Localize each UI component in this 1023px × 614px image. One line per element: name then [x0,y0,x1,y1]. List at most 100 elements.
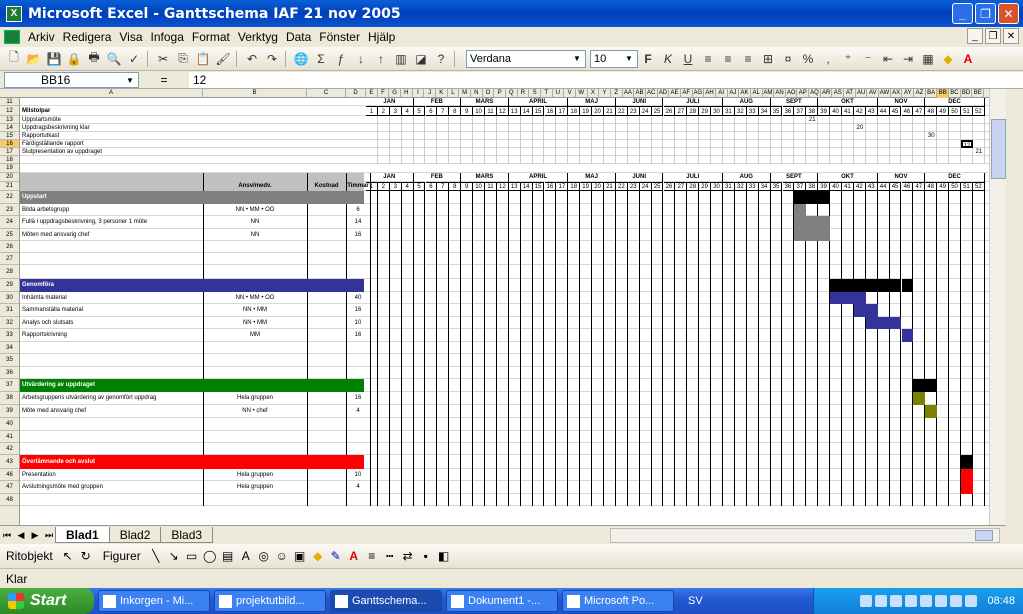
row-header[interactable]: 47 [0,481,19,494]
week-cell[interactable] [521,191,533,506]
week-cell[interactable] [925,116,938,164]
column-header[interactable]: T [541,89,553,98]
week-cell[interactable] [854,191,866,506]
week-cell[interactable] [902,116,914,164]
column-header[interactable]: AY [902,89,915,98]
gantt-bar-cell[interactable] [818,216,831,229]
week-cell[interactable] [390,116,402,164]
column-header[interactable]: V [564,89,576,98]
week-cell[interactable] [449,116,462,164]
task-label[interactable]: Rapportskrivning [22,329,201,342]
task-label[interactable]: Arbetsgruppens utvärdering av genomfört … [22,392,201,405]
week-cell[interactable] [771,116,783,164]
header-ansv[interactable]: Ansv/medv. [203,182,307,191]
column-header[interactable]: AI [716,89,728,98]
column-header[interactable]: BB [937,89,950,98]
column-header[interactable]: AH [704,89,716,98]
week-cell[interactable] [675,116,688,164]
gantt-bar-cell[interactable] [830,279,842,292]
row-header[interactable]: 18 [0,156,19,164]
week-cell[interactable] [913,191,926,506]
decrease-indent-icon[interactable]: ⇤ [878,49,898,69]
gantt-bar-cell[interactable] [794,191,807,204]
row-header[interactable]: 48 [0,494,19,506]
merge-center-icon[interactable]: ⊞ [758,49,778,69]
week-cell[interactable] [509,191,521,506]
column-header[interactable]: AC [646,89,658,98]
gantt-bar-cell[interactable] [901,329,914,342]
week-cell[interactable] [473,191,485,506]
week-cell[interactable] [485,116,497,164]
column-header[interactable]: W [576,89,588,98]
row-header[interactable]: 36 [0,367,19,379]
week-cell[interactable] [925,191,938,506]
week-cell[interactable] [687,116,700,164]
row-header[interactable]: 12 [0,106,19,116]
doc-close-button[interactable]: ✕ [1003,28,1019,44]
week-cell[interactable] [652,191,664,506]
arrow-style-icon[interactable]: ⇄ [399,547,417,565]
column-header[interactable]: K [436,89,448,98]
gantt-bar-cell[interactable] [913,392,926,405]
gantt-bar-cell[interactable] [818,191,831,204]
week-cell[interactable] [592,116,604,164]
column-header[interactable]: BC [949,89,961,98]
week-cell[interactable] [378,191,390,506]
week-cell[interactable] [783,191,795,506]
task-ansv[interactable]: NN • MM • OO [203,204,307,216]
week-cell[interactable] [866,191,878,506]
column-header[interactable]: L [448,89,460,98]
section-header[interactable]: Utvärdering av uppdraget [20,379,364,392]
row-header[interactable]: 37 [0,379,19,392]
menu-verktyg[interactable]: Verktyg [234,30,282,44]
row-header[interactable]: 20 [0,173,19,182]
week-cell[interactable] [640,191,652,506]
increase-decimal-icon[interactable]: ⁺ [838,49,858,69]
column-header[interactable]: AN [774,89,786,98]
open-icon[interactable]: 📂 [24,49,44,69]
task-label[interactable]: Avslutningsmöte med gruppen [22,481,201,494]
menu-arkiv[interactable]: Arkiv [24,30,59,44]
week-cell[interactable] [937,191,950,506]
row-header[interactable]: 23 [0,204,19,216]
week-cell[interactable] [426,191,438,506]
milestone-label[interactable]: Slutpresentation av uppdraget [22,148,102,156]
row-header[interactable]: 28 [0,265,19,279]
task-ganttschema[interactable]: Ganttschema... [330,590,442,612]
week-cell[interactable] [747,116,759,164]
task-timmar[interactable]: 6 [346,204,370,216]
column-header[interactable]: BA [926,89,938,98]
task-ansv[interactable]: NN [203,229,307,241]
week-cell[interactable] [426,116,438,164]
week-cell[interactable] [568,116,581,164]
row-header[interactable]: 15 [0,132,19,140]
week-cell[interactable] [509,116,521,164]
week-cell[interactable] [378,116,390,164]
gantt-bar-cell[interactable] [961,481,973,494]
milestone-label[interactable]: Färdigställande rapport [22,140,84,148]
week-cell[interactable] [437,116,450,164]
week-cell[interactable] [580,191,593,506]
currency-icon[interactable]: ¤ [778,49,798,69]
column-header[interactable]: AK [739,89,751,98]
task-timmar[interactable]: 10 [346,317,370,329]
milestone-week-value[interactable]: 21 [806,116,818,124]
week-cell[interactable] [556,191,569,506]
column-header[interactable]: Q [506,89,518,98]
week-cell[interactable] [830,191,842,506]
task-ansv[interactable]: NN • MM • OO [203,292,307,304]
decrease-decimal-icon[interactable]: ⁻ [858,49,878,69]
row-header[interactable]: 38 [0,392,19,405]
week-cell[interactable] [556,116,569,164]
dash-style-icon[interactable]: ┅ [381,547,399,565]
week-cell[interactable] [759,191,771,506]
task-timmar[interactable]: 16 [346,229,370,241]
task-ansv[interactable]: Hela gruppen [203,469,307,481]
redo-icon[interactable]: ↷ [262,49,282,69]
gantt-bar-cell[interactable] [961,469,973,481]
week-cell[interactable] [723,191,735,506]
gantt-bar-cell[interactable] [818,229,831,241]
autosum-icon[interactable]: Σ [311,49,331,69]
task-label[interactable]: Analys och slutsats [22,317,201,329]
align-left-icon[interactable]: ≡ [698,49,718,69]
